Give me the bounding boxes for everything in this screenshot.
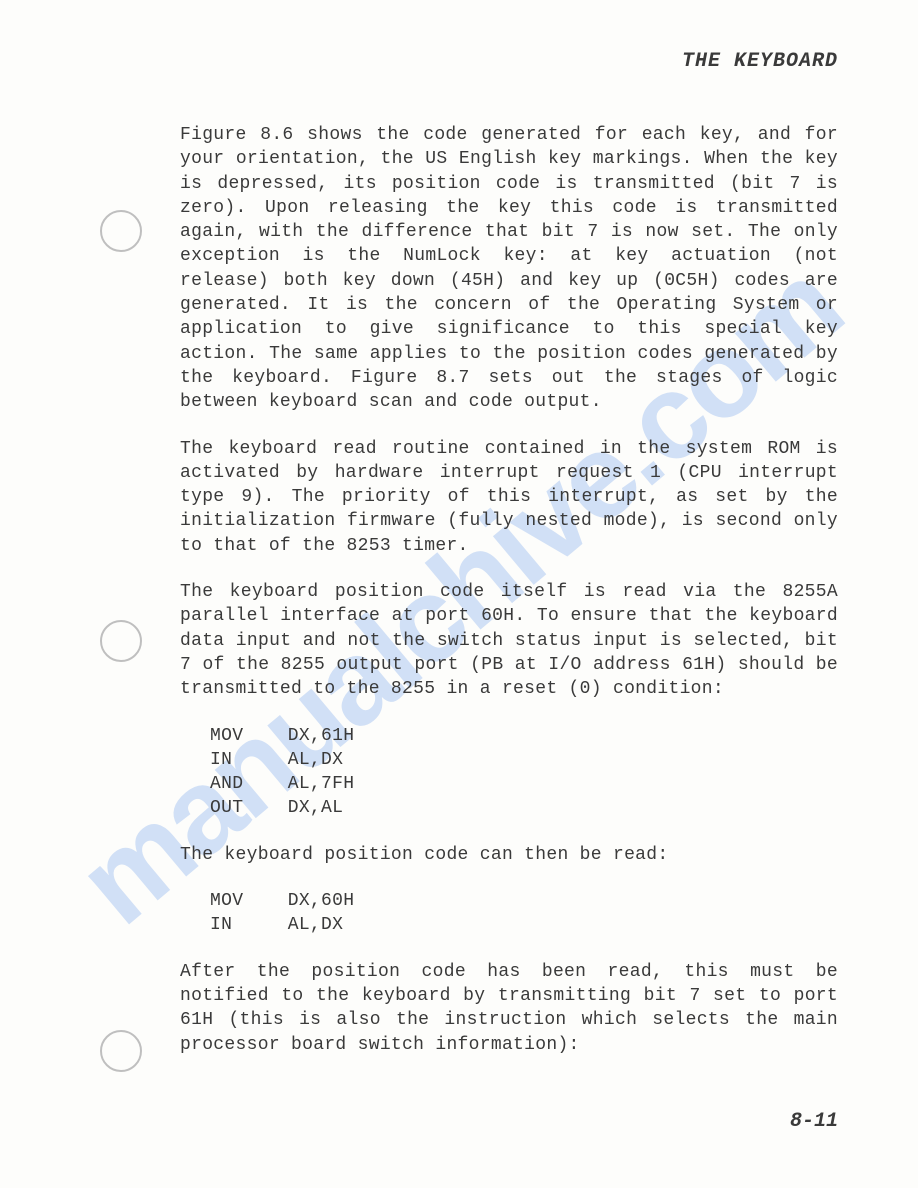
page-content: THE KEYBOARD Figure 8.6 shows the code g… [0,0,918,1188]
punch-hole [100,620,142,662]
code-block-2: MOV DX,60H IN AL,DX [180,889,838,938]
punch-hole [100,210,142,252]
page-number: 8-11 [790,1110,838,1133]
paragraph-3: The keyboard position code itself is rea… [180,580,838,701]
page-header: THE KEYBOARD [180,50,838,73]
paragraph-2: The keyboard read routine contained in t… [180,437,838,558]
punch-hole [100,1030,142,1072]
code-block-1: MOV DX,61H IN AL,DX AND AL,7FH OUT DX,AL [180,724,838,821]
paragraph-1: Figure 8.6 shows the code generated for … [180,123,838,415]
paragraph-4: The keyboard position code can then be r… [180,843,838,867]
paragraph-5: After the position code has been read, t… [180,960,838,1057]
